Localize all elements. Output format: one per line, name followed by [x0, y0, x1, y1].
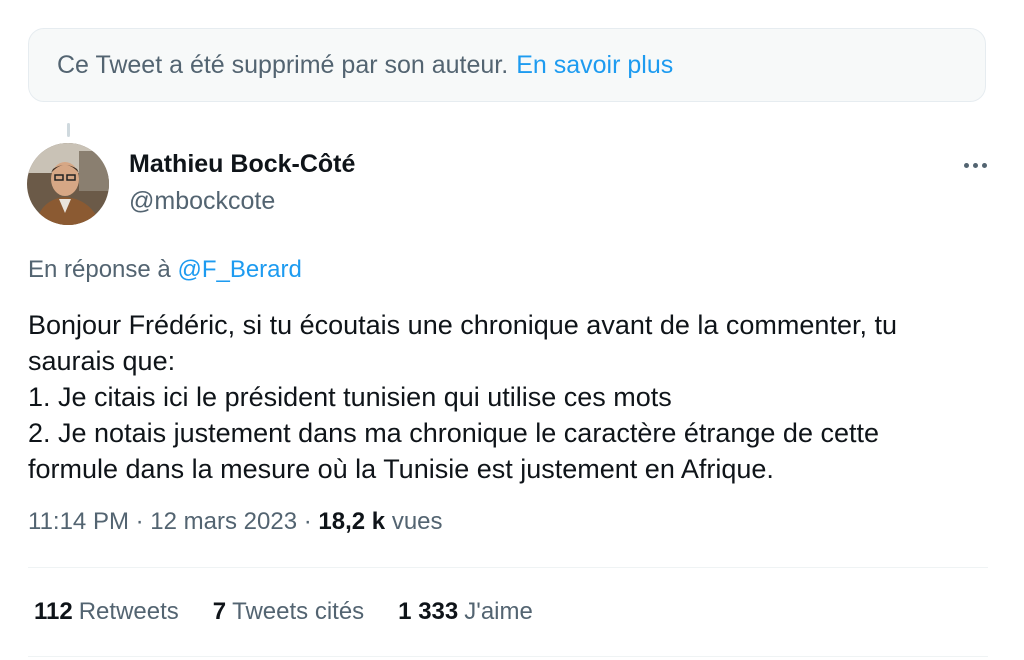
more-options-button[interactable]	[955, 150, 995, 180]
tweet-date[interactable]: 12 mars 2023	[150, 508, 297, 535]
meta-separator: ·	[135, 508, 144, 535]
tweet-metadata: 11:14 PM · 12 mars 2023 · 18,2 k vues	[28, 508, 443, 536]
deleted-notice-text: Ce Tweet a été supprimé par son auteur.	[57, 50, 509, 79]
likes-label: J'aime	[464, 598, 533, 625]
learn-more-link[interactable]: En savoir plus	[516, 51, 673, 80]
views-count: 18,2 k	[318, 508, 386, 535]
tweet-line: Bonjour Frédéric, si tu écoutais une chr…	[28, 310, 897, 340]
retweets-label: Retweets	[78, 598, 179, 625]
tweet-line: 2. Je notais justement dans ma chronique…	[28, 418, 880, 448]
likes-stat[interactable]: 1 333 J'aime	[398, 598, 533, 626]
likes-count: 1 333	[398, 598, 459, 625]
divider	[28, 656, 988, 657]
engagement-stats: 112 Retweets 7 Tweets cités 1 333 J'aime	[34, 598, 533, 626]
retweets-stat[interactable]: 112 Retweets	[34, 598, 179, 626]
quotes-count: 7	[212, 598, 227, 625]
reply-mention-link[interactable]: @F_Berard	[177, 256, 301, 283]
retweets-count: 112	[34, 598, 73, 625]
reply-context: En réponse à @F_Berard	[28, 256, 302, 284]
divider	[28, 567, 988, 568]
quote-tweets-stat[interactable]: 7 Tweets cités	[213, 598, 364, 626]
meta-separator: ·	[303, 508, 312, 535]
views-label: vues	[391, 508, 443, 535]
tweet-line: formule dans la mesure où la Tunisie est…	[28, 454, 774, 484]
more-horizontal-icon	[963, 162, 969, 168]
tweet-line: saurais que:	[28, 346, 176, 376]
tweet-text: Bonjour Frédéric, si tu écoutais une chr…	[28, 307, 988, 487]
tweet-line: 1. Je citais ici le président tunisien q…	[28, 382, 672, 412]
tweet-time[interactable]: 11:14 PM	[28, 508, 129, 535]
avatar[interactable]	[27, 143, 109, 225]
thread-connector-line	[67, 123, 70, 137]
quotes-label: Tweets cités	[232, 598, 365, 625]
avatar-photo	[27, 143, 109, 225]
reply-prefix: En réponse à	[28, 256, 171, 283]
deleted-tweet-notice: Ce Tweet a été supprimé par son auteur. …	[28, 28, 986, 102]
author-name[interactable]: Mathieu Bock-Côté	[129, 150, 355, 179]
author-handle[interactable]: @mbockcote	[129, 187, 275, 216]
